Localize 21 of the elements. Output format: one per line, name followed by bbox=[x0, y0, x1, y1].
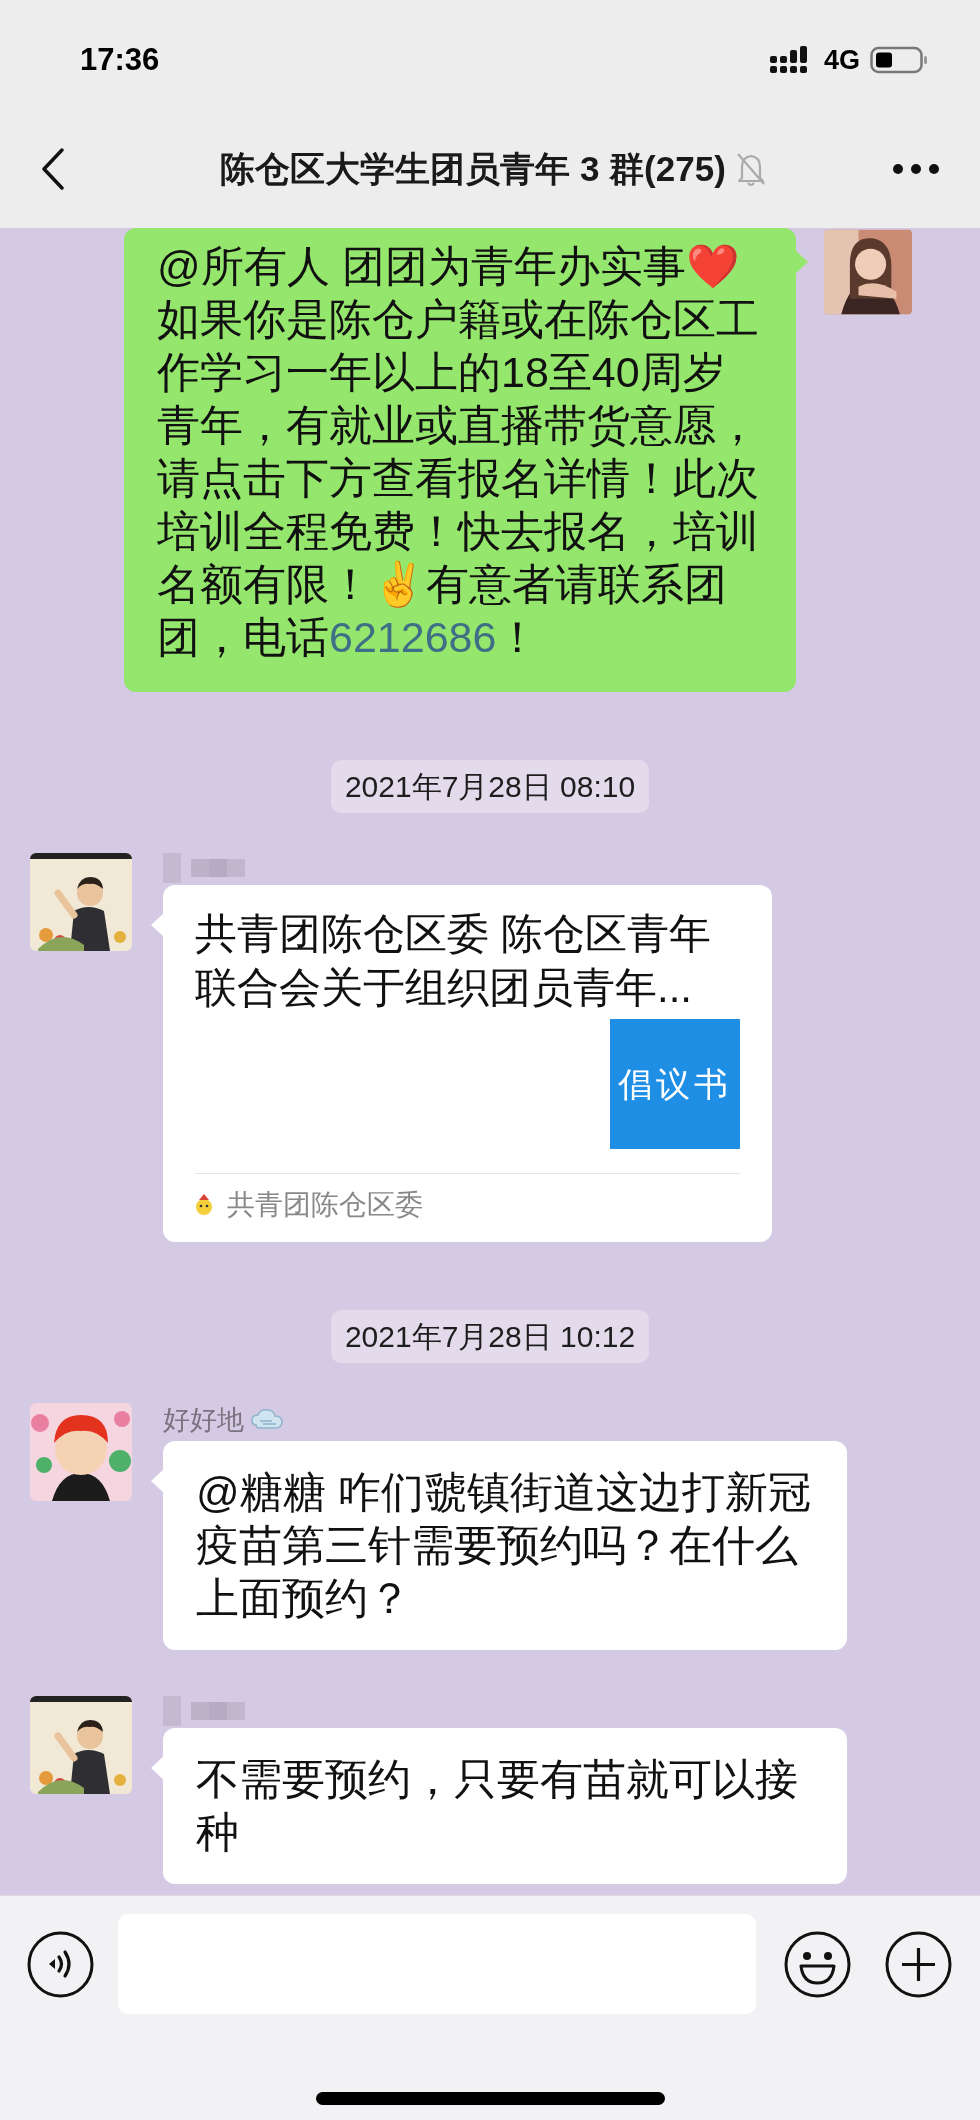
more-icon[interactable] bbox=[892, 163, 940, 175]
back-icon[interactable] bbox=[40, 147, 66, 191]
emoji-icon[interactable] bbox=[784, 1930, 851, 1998]
network-type: 4G bbox=[823, 43, 860, 77]
phone-link[interactable]: 6212686 bbox=[329, 613, 497, 661]
message-text: @所有人 团团为青年办实事❤ 如果你是陈仓户籍或在陈仓区工作学习一年以上的18至40周岁青年，有就业或直播带货意愿，请点击下方查看报名详情！此次培训全程免费！快去报名，培训名额有限！✌有意者请联系团团，电话6212686！ bbox=[157, 241, 760, 663]
message-text: @糖糖 咋们虢镇街道这边打新冠疫苗第三针需要预约吗？在什么上面预约？ bbox=[196, 1467, 812, 1624]
card-source: 共青团陈仓区委 bbox=[227, 1188, 423, 1222]
account-icon bbox=[195, 1192, 213, 1218]
chat-title: 陈仓区大学生团员青年 3 群(275) bbox=[220, 147, 726, 190]
link-card[interactable]: 共青团陈仓区委 陈仓区青年联合会关于组织团员青年... 倡议书 共青团陈仓区委 bbox=[163, 885, 772, 1242]
thumbnail-text: 倡议书 bbox=[618, 1063, 732, 1105]
card-title: 共青团陈仓区委 陈仓区青年联合会关于组织团员青年... bbox=[195, 909, 712, 1013]
battery-icon bbox=[870, 46, 928, 74]
sender-name: 好好地 bbox=[163, 1404, 244, 1437]
voice-icon[interactable] bbox=[27, 1930, 94, 1998]
status-time: 17:36 bbox=[80, 40, 160, 79]
timestamp: 2021年7月28日 08:10 bbox=[330, 760, 650, 813]
plus-icon[interactable] bbox=[885, 1930, 952, 1998]
message-text: 不需要预约，只要有苗就可以接种 bbox=[196, 1754, 799, 1858]
timestamp: 2021年7月28日 10:12 bbox=[330, 1310, 650, 1363]
